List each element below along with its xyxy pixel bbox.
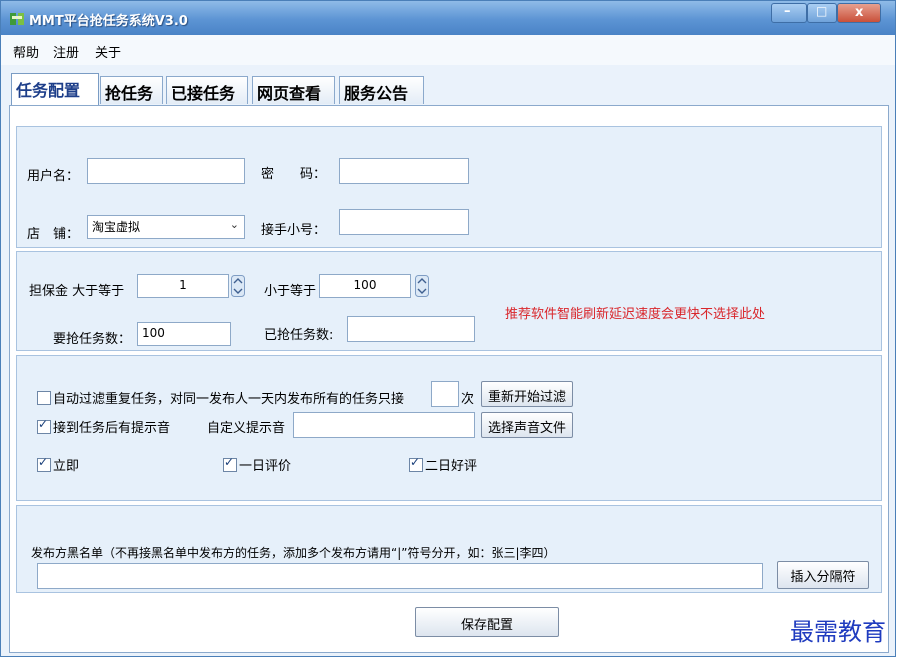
choose-sound-button[interactable]: 选择声音文件 [481, 412, 573, 438]
close-button[interactable]: x [837, 3, 881, 23]
username-input[interactable] [87, 158, 245, 184]
shop-select-value: 淘宝虚拟 [92, 220, 141, 234]
deposit-max-input[interactable]: 100 [319, 274, 411, 298]
tasks-to-grab-label: 要抢任务数： [53, 332, 132, 347]
save-config-button[interactable]: 保存配置 [415, 607, 559, 637]
deposit-max-stepper-icon[interactable] [415, 275, 429, 297]
custom-sound-label: 自定义提示音 [207, 421, 286, 436]
insert-separator-button[interactable]: 插入分隔符 [777, 561, 869, 589]
menu-bar: 帮助 注册 关于 [1, 35, 895, 65]
speed-notice-text: 推荐软件智能刷新延迟速度会更快不选择此处 [505, 307, 766, 322]
receiver-label: 接手小号： [261, 223, 327, 238]
shop-select[interactable]: 淘宝虚拟 ⌄ [87, 215, 245, 239]
menu-help[interactable]: 帮助 [13, 42, 39, 61]
tab-grab-task[interactable]: 抢任务 [100, 76, 163, 104]
shop-label: 店 铺： [27, 227, 80, 242]
filter-times-input[interactable] [431, 381, 459, 407]
minimize-icon: – [784, 4, 791, 19]
times-suffix: 次 [461, 392, 475, 407]
close-icon: x [855, 5, 864, 20]
blacklist-label: 发布方黑名单（不再接黑名单中发布方的任务，添加多个发布方请用“|”符号分开，如：… [31, 546, 556, 560]
one-day-review-checkbox[interactable] [223, 455, 237, 472]
window-title: MMT平台抢任务系统V3.0 [29, 14, 188, 29]
chevron-down-icon: ⌄ [229, 218, 239, 231]
blacklist-input[interactable] [37, 563, 763, 589]
immediate-checkbox[interactable] [37, 455, 51, 472]
receiver-input[interactable] [339, 209, 469, 235]
grabbed-count-label: 已抢任务数: [264, 328, 334, 343]
title-bar[interactable]: MMT平台抢任务系统V3.0 – □ x [1, 1, 895, 35]
tab-accepted-tasks[interactable]: 已接任务 [166, 76, 248, 104]
tab-task-config[interactable]: 任务配置 [11, 73, 99, 106]
menu-register[interactable]: 注册 [53, 42, 79, 61]
watermark-text: 最需教育 [790, 618, 886, 646]
account-group: 用户名： 密 码： 店 铺： 淘宝虚拟 ⌄ 接手小号： [16, 126, 882, 248]
sound-checkbox[interactable] [37, 417, 51, 434]
tab-announcements[interactable]: 服务公告 [339, 76, 424, 104]
username-label: 用户名： [27, 169, 80, 184]
blacklist-group: 发布方黑名单（不再接黑名单中发布方的任务，添加多个发布方请用“|”符号分开，如：… [16, 505, 882, 593]
app-icon [10, 13, 24, 25]
sound-label: 接到任务后有提示音 [53, 421, 171, 436]
password-input[interactable] [339, 158, 469, 184]
restart-filter-button[interactable]: 重新开始过滤 [481, 381, 573, 407]
deposit-min-label: 担保金 大于等于 [29, 284, 125, 299]
deposit-min-stepper-icon[interactable] [231, 275, 245, 297]
immediate-label: 立即 [53, 459, 80, 474]
one-day-review-label: 一日评价 [239, 459, 292, 474]
grabbed-count-input[interactable] [347, 316, 475, 342]
maximize-icon: □ [816, 4, 828, 18]
tasks-to-grab-input[interactable]: 100 [137, 322, 231, 346]
tab-web-view[interactable]: 网页查看 [252, 76, 335, 104]
maximize-button[interactable]: □ [807, 3, 837, 23]
two-day-review-label: 二日好评 [425, 459, 478, 474]
auto-filter-label: 自动过滤重复任务，对同一发布人一天内发布所有的任务只接 [53, 392, 405, 407]
options-group: 自动过滤重复任务，对同一发布人一天内发布所有的任务只接 次 重新开始过滤 接到任… [16, 355, 882, 501]
two-day-review-checkbox[interactable] [409, 455, 423, 472]
deposit-min-input[interactable]: 1 [137, 274, 229, 298]
deposit-group: 担保金 大于等于 1 小于等于 100 推荐软件智能刷新延迟速度会更快不选择此处… [16, 251, 882, 351]
minimize-button[interactable]: – [771, 3, 807, 23]
custom-sound-input[interactable] [293, 412, 475, 438]
task-config-panel: 用户名： 密 码： 店 铺： 淘宝虚拟 ⌄ 接手小号： 担保金 大于等于 1 小… [9, 105, 889, 653]
main-window: MMT平台抢任务系统V3.0 – □ x 帮助 注册 关于 任务配置 抢任务 已… [0, 0, 896, 657]
menu-about[interactable]: 关于 [95, 42, 121, 61]
auto-filter-checkbox[interactable] [37, 391, 51, 405]
deposit-max-label: 小于等于 [264, 284, 317, 299]
password-label: 密 码： [261, 167, 327, 182]
